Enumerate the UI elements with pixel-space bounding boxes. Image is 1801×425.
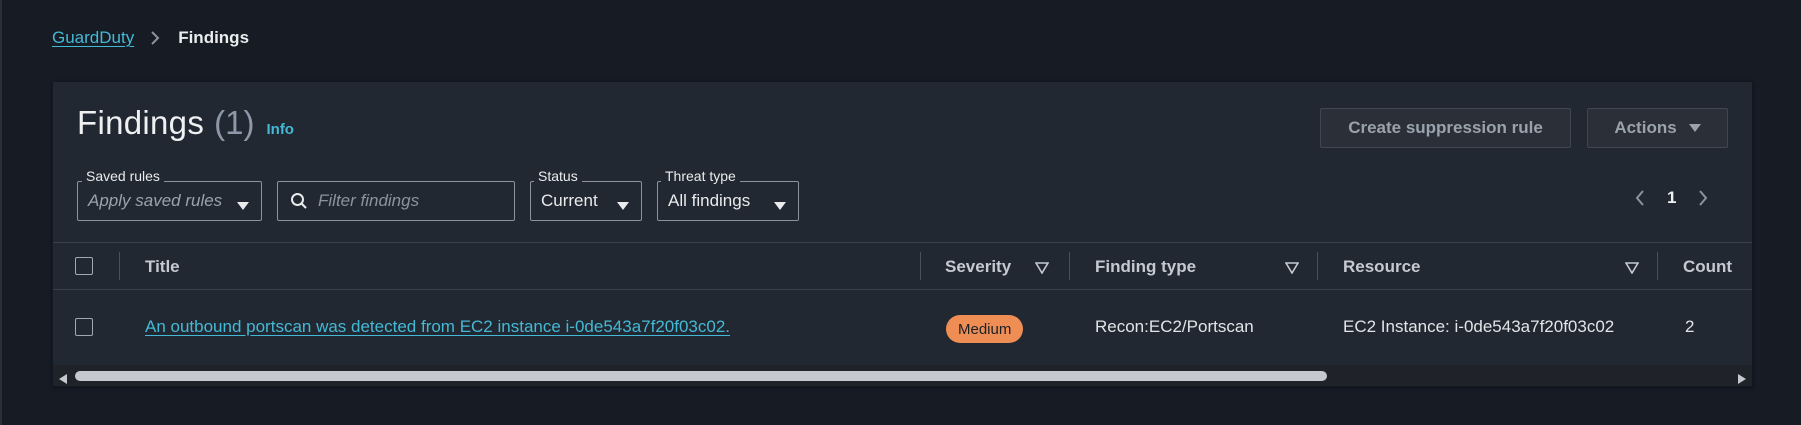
column-header-title[interactable]: Title: [145, 257, 180, 277]
status-value: Current: [541, 191, 598, 210]
finding-title-link[interactable]: An outbound portscan was detected from E…: [145, 317, 730, 337]
create-suppression-rule-button[interactable]: Create suppression rule: [1320, 108, 1571, 148]
column-header-resource[interactable]: Resource: [1343, 257, 1420, 277]
column-divider: [920, 252, 921, 280]
search-icon: [290, 192, 308, 215]
panel-header: Findings (1) Info Create suppression rul…: [53, 82, 1752, 242]
findings-count: (1): [214, 104, 255, 141]
page-number[interactable]: 1: [1667, 188, 1676, 208]
finding-type-cell: Recon:EC2/Portscan: [1095, 317, 1254, 336]
previous-page-icon[interactable]: [1635, 189, 1645, 207]
saved-rules-value: Apply saved rules: [88, 191, 223, 210]
threat-type-select[interactable]: All findings: [657, 181, 799, 221]
column-divider: [1317, 252, 1318, 280]
breadcrumb: GuardDuty Findings: [52, 28, 249, 48]
info-link[interactable]: Info: [266, 121, 294, 138]
create-suppression-rule-label: Create suppression rule: [1348, 118, 1543, 137]
sort-icon[interactable]: [1624, 261, 1640, 279]
column-divider: [1069, 252, 1070, 280]
window-edge: [0, 0, 2, 425]
actions-label: Actions: [1614, 118, 1677, 137]
caret-down-icon: [617, 196, 629, 216]
status-select[interactable]: Current: [530, 181, 642, 221]
findings-panel: Findings (1) Info Create suppression rul…: [52, 81, 1753, 387]
filter-placeholder: Filter findings: [318, 191, 420, 210]
table-header: Title Severity Finding type Resource Cou…: [53, 242, 1752, 290]
column-divider: [1657, 252, 1658, 280]
scroll-left-icon[interactable]: [59, 371, 68, 386]
breadcrumb-guardduty-link[interactable]: GuardDuty: [52, 28, 134, 48]
saved-rules-select[interactable]: Apply saved rules: [77, 181, 262, 221]
status-label: Status: [534, 168, 582, 184]
title-row: Findings (1) Info: [77, 104, 294, 142]
column-divider: [119, 252, 120, 280]
table-row[interactable]: An outbound portscan was detected from E…: [53, 291, 1752, 363]
sort-icon[interactable]: [1034, 261, 1050, 279]
filter-findings-input[interactable]: Filter findings: [277, 181, 515, 221]
resource-cell: EC2 Instance: i-0de543a7f20f03c02: [1343, 317, 1615, 336]
caret-down-icon: [774, 196, 786, 216]
caret-down-icon: [237, 196, 249, 216]
row-checkbox[interactable]: [75, 318, 93, 336]
column-header-finding-type[interactable]: Finding type: [1095, 257, 1196, 277]
caret-down-icon: [1688, 118, 1701, 138]
scrollbar-thumb[interactable]: [75, 371, 1327, 381]
threat-type-value: All findings: [668, 191, 751, 210]
select-all-checkbox[interactable]: [75, 257, 93, 275]
sort-icon[interactable]: [1284, 261, 1300, 279]
saved-rules-label: Saved rules: [82, 168, 164, 184]
severity-badge: Medium: [946, 315, 1024, 343]
pagination: 1: [1635, 188, 1708, 208]
scroll-right-icon[interactable]: [1737, 371, 1746, 386]
next-page-icon[interactable]: [1698, 189, 1708, 207]
chevron-right-icon: [150, 30, 160, 46]
actions-button[interactable]: Actions: [1587, 108, 1728, 148]
column-header-count[interactable]: Count: [1683, 257, 1732, 277]
threat-type-label: Threat type: [661, 168, 740, 184]
page-title: Findings: [77, 104, 205, 141]
breadcrumb-current: Findings: [178, 28, 250, 47]
column-header-severity[interactable]: Severity: [945, 257, 1011, 277]
count-cell: 2: [1685, 317, 1695, 336]
horizontal-scrollbar[interactable]: [53, 365, 1752, 386]
